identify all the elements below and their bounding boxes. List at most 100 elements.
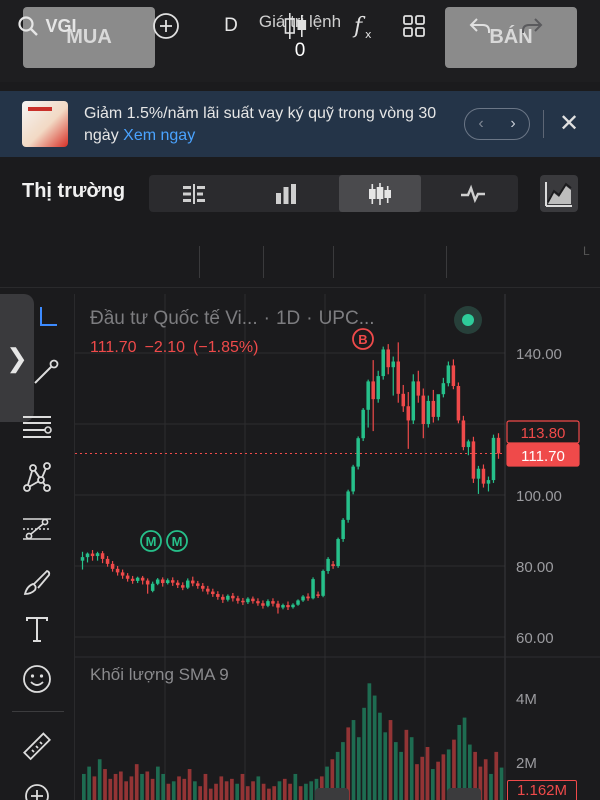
candle-body xyxy=(496,437,501,454)
candle-body xyxy=(216,594,220,597)
candle-body xyxy=(175,582,180,586)
horizontal-lines-tool[interactable] xyxy=(18,408,56,446)
close-icon[interactable]: ✕ xyxy=(556,109,582,139)
candle-body xyxy=(306,596,310,599)
price-chart-svg[interactable]: 140.00 100.00 80.00 60.00 M M B 113.80 111.70 xyxy=(75,294,600,800)
volume-bar xyxy=(399,751,403,800)
candle-body xyxy=(221,596,225,600)
line-wave-icon xyxy=(461,184,485,203)
candle-body xyxy=(391,361,395,368)
emoji-tool[interactable] xyxy=(18,660,56,698)
chevron-right-icon[interactable]: › xyxy=(510,115,515,133)
grid-icon xyxy=(403,15,425,37)
volume-bar xyxy=(309,781,314,800)
candle-body xyxy=(286,605,290,608)
current-price-badge-text: 113.80 xyxy=(521,425,566,442)
bar-chart-icon xyxy=(276,183,296,204)
market-title: Thị trường xyxy=(22,180,126,202)
volume-bar xyxy=(404,729,409,800)
promo-text-block: Giảm 1.5%/năm lãi suất vay ký quỹ trong … xyxy=(84,103,454,147)
symbol-search[interactable]: VGI xyxy=(12,0,82,52)
candle-body xyxy=(80,557,85,561)
candle-body xyxy=(376,376,380,400)
candle-body xyxy=(261,603,265,606)
candle-body xyxy=(90,553,95,557)
view-order-book[interactable] xyxy=(153,175,235,212)
interval-button[interactable]: D xyxy=(214,0,248,52)
measure-tool[interactable] xyxy=(18,728,56,766)
volume-tick-2m: 2M xyxy=(516,755,537,772)
volume-tick-4m: 4M xyxy=(516,691,537,708)
candle-body xyxy=(351,466,355,492)
chart-title-interval: 1D xyxy=(275,308,301,329)
candle-body xyxy=(186,580,190,588)
candle-body xyxy=(95,553,100,557)
text-icon xyxy=(26,617,48,642)
candle-body xyxy=(356,438,360,467)
volume-bar xyxy=(383,732,388,800)
candle-body xyxy=(476,468,481,479)
indicators-button[interactable]: fx xyxy=(346,0,382,52)
candle-body xyxy=(481,468,486,484)
volume-bar xyxy=(282,778,287,800)
add-symbol-button[interactable] xyxy=(146,0,186,52)
chart-title: Đầu tư Quốc tế Vi... · 1D · UPC... xyxy=(90,308,381,330)
candle-body xyxy=(311,579,315,599)
volume-bar xyxy=(362,707,366,800)
zoom-in-tool[interactable] xyxy=(18,775,56,800)
volume-bar xyxy=(103,769,107,800)
scroll-left-handle[interactable] xyxy=(315,788,349,800)
volume-bar xyxy=(166,783,171,800)
chart-area[interactable]: 140.00 100.00 80.00 60.00 M M B 113.80 111.70 xyxy=(75,294,600,800)
volume-bar xyxy=(356,737,361,800)
symbol-label: VGI xyxy=(45,15,77,36)
candle-body xyxy=(401,393,406,407)
volume-bar xyxy=(489,773,493,800)
volume-bar xyxy=(351,720,356,800)
trendline-tool[interactable] xyxy=(26,354,64,392)
volume-bar xyxy=(97,759,102,800)
volume-bar xyxy=(372,695,377,800)
chart-title-exchange: UPC... xyxy=(318,308,375,329)
redo-button[interactable] xyxy=(514,0,550,52)
candle-body xyxy=(165,580,170,584)
volume-bar xyxy=(124,781,128,800)
candle-body xyxy=(266,601,270,606)
candle-body xyxy=(386,349,390,368)
view-line[interactable] xyxy=(432,175,514,212)
candle-body xyxy=(451,365,456,387)
volume-bar xyxy=(261,783,266,800)
view-bar-chart[interactable] xyxy=(245,175,327,212)
chart-type-button[interactable] xyxy=(278,0,314,52)
chart-style-button[interactable] xyxy=(540,175,578,212)
brush-icon xyxy=(23,569,51,595)
chevron-left-icon[interactable]: ‹ xyxy=(478,115,483,133)
forecast-tool[interactable] xyxy=(18,510,56,548)
text-tool[interactable] xyxy=(18,610,56,648)
candle-body xyxy=(411,381,416,421)
candle-body xyxy=(406,406,411,421)
scroll-right-handle[interactable] xyxy=(447,788,481,800)
volume-bar xyxy=(198,786,203,800)
candle-body xyxy=(231,595,235,599)
volume-bar xyxy=(208,788,213,800)
candle-body xyxy=(426,400,431,424)
volume-bar xyxy=(430,769,435,800)
candle-body xyxy=(281,605,285,608)
promo-link[interactable]: Xem ngay xyxy=(123,127,195,144)
undo-button[interactable] xyxy=(462,0,498,52)
view-candlestick[interactable] xyxy=(339,175,421,212)
candle-body xyxy=(456,386,461,421)
volume-bar xyxy=(113,773,118,800)
candle-body xyxy=(421,395,426,424)
candle-body xyxy=(256,601,260,604)
volume-bar xyxy=(108,778,113,800)
brush-tool[interactable] xyxy=(18,563,56,601)
candlestick-icon xyxy=(369,182,391,205)
layout-button[interactable] xyxy=(396,0,432,52)
candle-body xyxy=(120,572,125,576)
volume-bar xyxy=(219,776,224,800)
volume-bar xyxy=(494,751,499,800)
pattern-tool[interactable] xyxy=(18,459,56,497)
candle-body xyxy=(431,400,436,417)
